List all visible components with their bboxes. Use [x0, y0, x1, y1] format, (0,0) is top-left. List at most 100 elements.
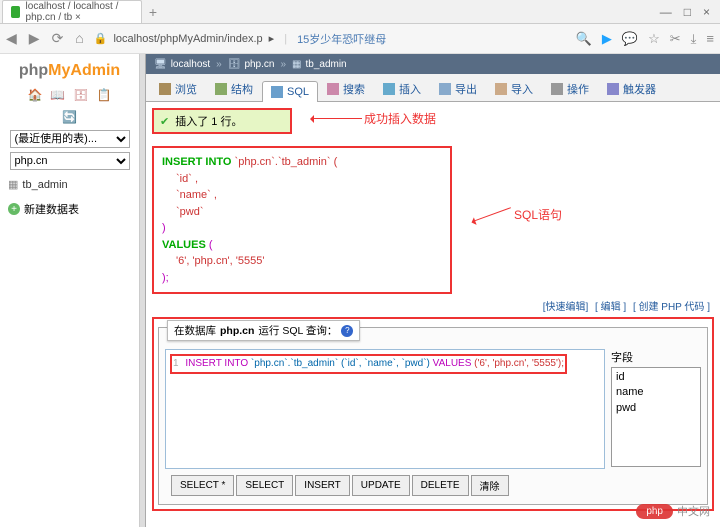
- sql-col-pwd: `pwd`: [176, 206, 204, 218]
- table-tree: ▦ tb_admin: [2, 174, 137, 195]
- tab-struct-label: 结构: [231, 81, 253, 97]
- ed-values-kw: VALUES: [433, 358, 472, 369]
- content-area: ✔ 插入了 1 行。 成功插入数据 INSERT INTO `php.cn`.`…: [146, 102, 720, 527]
- sql-col-id: `id` ,: [176, 173, 198, 185]
- browser-tab[interactable]: localhost / localhost / php.cn / tb ×: [2, 0, 142, 23]
- home-button[interactable]: ⌂: [75, 30, 83, 47]
- tab-structure[interactable]: 结构: [206, 76, 262, 101]
- annotation-success: 成功插入数据: [312, 110, 436, 127]
- struct-icon: [215, 83, 227, 95]
- btn-update[interactable]: UPDATE: [352, 475, 410, 496]
- database-icon: 🗄: [228, 59, 241, 70]
- crumb-sep2: »: [280, 59, 286, 70]
- recent-tables-select[interactable]: (最近使用的表)...: [10, 130, 130, 148]
- wm-php: php: [646, 506, 663, 517]
- tab-import-label: 导入: [511, 81, 533, 97]
- search-tab-icon: [327, 83, 339, 95]
- crumb-table[interactable]: tb_admin: [305, 59, 346, 70]
- tab-insert[interactable]: 插入: [374, 76, 430, 101]
- close-button[interactable]: ×: [703, 5, 710, 19]
- tab-insert-label: 插入: [399, 81, 421, 97]
- download-icon[interactable]: ⤓: [691, 31, 697, 47]
- tab-search[interactable]: 搜索: [318, 76, 374, 101]
- tab-title: localhost / localhost / php.cn / tb ×: [26, 1, 133, 23]
- sql-paren3: );: [162, 272, 169, 284]
- toolbar-right: 🔍 ▶ 💬 ☆ ✂ ⤓ ≡: [576, 31, 714, 47]
- new-table-label: 新建数据表: [24, 201, 79, 217]
- back-button[interactable]: ◀: [6, 30, 17, 47]
- trig-icon: [607, 83, 619, 95]
- url-text: localhost/phpMyAdmin/index.p: [113, 33, 262, 45]
- lock-icon: 🔒: [94, 32, 108, 45]
- database-select[interactable]: php.cn: [10, 152, 130, 170]
- search-icon[interactable]: 🔍: [576, 31, 592, 47]
- new-table-button[interactable]: + 新建数据表: [2, 199, 137, 219]
- btn-select[interactable]: SELECT: [236, 475, 293, 496]
- ed-values: ('6', 'php.cn', '5555');: [474, 358, 564, 369]
- success-text: 插入了 1 行。: [175, 113, 242, 129]
- promo-link[interactable]: 15岁少年恐吓继母: [297, 31, 386, 47]
- refresh-icon[interactable]: 🔄: [62, 110, 77, 124]
- tab-operations[interactable]: 操作: [542, 76, 598, 101]
- table-crumb-icon: ▦: [292, 59, 301, 70]
- import-icon: [495, 83, 507, 95]
- db-icon[interactable]: 🗄: [73, 88, 88, 102]
- tab-triggers[interactable]: 触发器: [598, 76, 665, 101]
- btn-insert[interactable]: INSERT: [295, 475, 350, 496]
- tab-export[interactable]: 导出: [430, 76, 486, 101]
- btn-select-all[interactable]: SELECT *: [171, 475, 234, 496]
- check-icon: ✔: [160, 115, 169, 128]
- ed-table: `php.cn`.`tb_admin`: [251, 358, 338, 369]
- new-tab-button[interactable]: +: [142, 4, 164, 20]
- help-icon[interactable]: ?: [341, 325, 353, 337]
- logo: phpMyAdmin: [2, 62, 137, 80]
- crumb-host[interactable]: localhost: [171, 59, 210, 70]
- watermark-pill: php: [636, 504, 673, 519]
- minimize-button[interactable]: —: [660, 5, 672, 19]
- field-item[interactable]: id: [616, 370, 696, 385]
- tab-browse[interactable]: 浏览: [150, 76, 206, 101]
- docs-icon[interactable]: 📖: [50, 88, 65, 102]
- tree-item-tb-admin[interactable]: ▦ tb_admin: [8, 178, 131, 191]
- export-icon: [439, 83, 451, 95]
- link-edit[interactable]: [ 编辑 ]: [595, 302, 626, 313]
- ed-insert: INSERT INTO: [185, 358, 248, 369]
- btn-delete[interactable]: DELETE: [412, 475, 469, 496]
- cut-icon[interactable]: ✂: [670, 31, 681, 47]
- watermark-text: 中文网: [677, 503, 710, 519]
- link-create-php[interactable]: [ 创建 PHP 代码 ]: [633, 302, 710, 313]
- insert-icon: [383, 83, 395, 95]
- chat-icon[interactable]: 💬: [622, 31, 638, 47]
- tab-sql[interactable]: SQL: [262, 81, 318, 102]
- watermark: php 中文网: [636, 503, 710, 519]
- logo-php: php: [19, 62, 48, 79]
- sql-query-display: INSERT INTO `php.cn`.`tb_admin` ( `id` ,…: [152, 146, 452, 294]
- tab-ops-label: 操作: [567, 81, 589, 97]
- url-bar[interactable]: 🔒 localhost/phpMyAdmin/index.p ▸ | 15岁少年…: [94, 31, 566, 47]
- main-tabs: 浏览 结构 SQL 搜索 插入 导出 导入 操作 触发器: [146, 74, 720, 102]
- forward-button[interactable]: ▶: [29, 30, 40, 47]
- sql-icon[interactable]: 📋: [97, 88, 112, 102]
- home-icon[interactable]: 🏠: [27, 88, 42, 102]
- sql-paren2: (: [206, 239, 213, 251]
- sql-editor[interactable]: 1 INSERT INTO `php.cn`.`tb_admin` (`id`,…: [165, 349, 605, 469]
- reload-button[interactable]: ⟳: [52, 30, 64, 47]
- field-item[interactable]: pwd: [616, 401, 696, 416]
- menu-icon[interactable]: ≡: [706, 31, 714, 46]
- link-quick-edit[interactable]: [快速编辑]: [543, 302, 589, 313]
- btn-clear[interactable]: 清除: [471, 475, 509, 496]
- fields-label: 字段: [611, 349, 701, 365]
- field-item[interactable]: name: [616, 385, 696, 400]
- fields-list[interactable]: id name pwd: [611, 367, 701, 467]
- window-controls: — □ ×: [660, 5, 720, 19]
- tree-item-label: tb_admin: [22, 179, 67, 191]
- play-icon[interactable]: ▶: [602, 31, 612, 47]
- sql-template-buttons: SELECT * SELECT INSERT UPDATE DELETE 清除: [165, 473, 605, 498]
- star-icon[interactable]: ☆: [648, 31, 660, 47]
- tab-import[interactable]: 导入: [486, 76, 542, 101]
- maximize-button[interactable]: □: [684, 5, 691, 19]
- crumb-db[interactable]: php.cn: [244, 59, 274, 70]
- annotation-success-text: 成功插入数据: [364, 110, 436, 127]
- success-message: ✔ 插入了 1 行。: [152, 108, 292, 134]
- tab-trig-label: 触发器: [623, 81, 656, 97]
